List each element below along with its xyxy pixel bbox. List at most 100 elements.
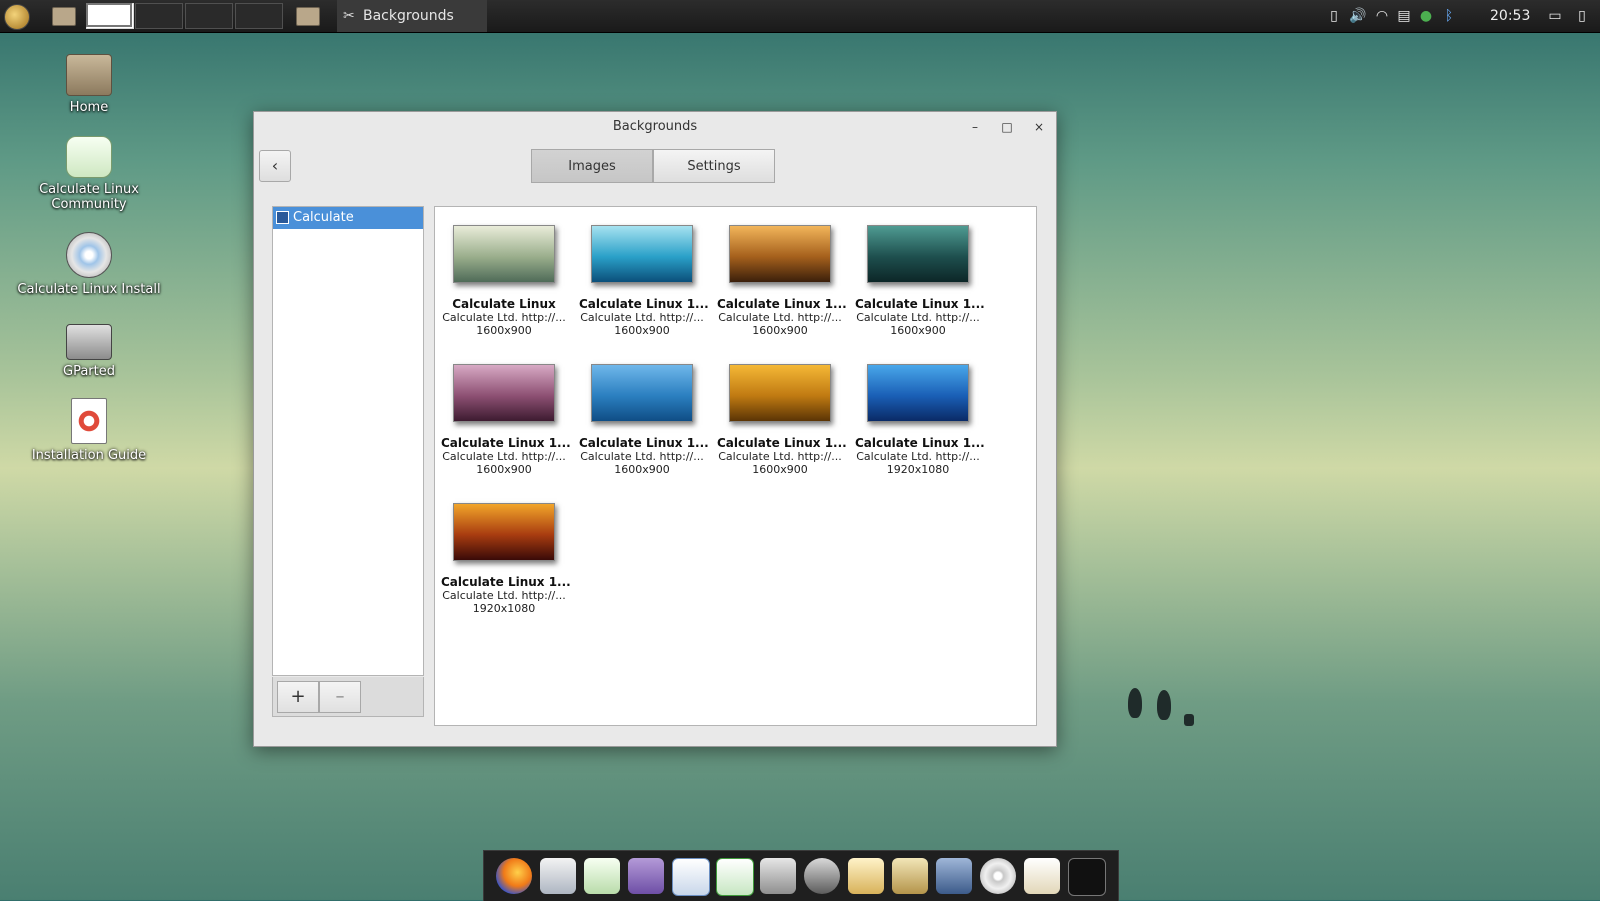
image-name: Calculate Linux 1... xyxy=(441,436,571,450)
backgrounds-window: Backgrounds – □ × ‹ Images Settings Calc… xyxy=(253,111,1057,747)
calc-spreadsheet-icon[interactable] xyxy=(716,858,754,896)
maximize-button[interactable]: □ xyxy=(998,118,1016,136)
tools-icon: ✂ xyxy=(343,8,355,24)
workspace-4[interactable] xyxy=(235,3,283,29)
desktop-icon-label: Installation Guide xyxy=(31,448,147,463)
wallpaper-thumbnail xyxy=(453,503,555,561)
window-title: Backgrounds xyxy=(612,119,698,134)
wallpaper-thumbnail xyxy=(453,225,555,283)
image-item[interactable]: Calculate Linux Calculate Ltd. http://...… xyxy=(441,225,567,337)
image-item[interactable]: Calculate Linux 1... Calculate Ltd. http:… xyxy=(855,364,985,476)
wallpaper-thumbnail xyxy=(591,364,693,422)
image-item[interactable]: Calculate Linux 1... Calculate Ltd. http:… xyxy=(441,364,571,476)
image-folder-icon xyxy=(276,211,289,224)
audio-player-icon[interactable] xyxy=(892,858,928,894)
harddisk-icon xyxy=(66,324,112,360)
image-resolution: 1600x900 xyxy=(476,463,532,476)
disc-burner-icon[interactable] xyxy=(980,858,1016,894)
image-author: Calculate Ltd. http://... xyxy=(442,450,566,463)
wallpaper-penguin xyxy=(1128,688,1142,718)
image-item[interactable]: Calculate Linux 1... Calculate Ltd. http:… xyxy=(579,225,709,337)
wallpaper-thumbnail xyxy=(729,225,831,283)
folder-list: Calculate xyxy=(272,206,424,676)
image-resolution: 1600x900 xyxy=(752,324,808,337)
top-panel: ✂ Backgrounds ▯ 🔊 ◠ ▤ ● ᛒ 20:53 ▭ ▯ xyxy=(0,0,1600,33)
image-resolution: 1600x900 xyxy=(752,463,808,476)
desktop-icon-gparted[interactable]: GParted xyxy=(14,324,164,379)
image-resolution: 1600x900 xyxy=(614,324,670,337)
tab-settings[interactable]: Settings xyxy=(653,149,775,183)
folder-item-calculate[interactable]: Calculate xyxy=(273,207,423,229)
window-titlebar[interactable]: Backgrounds – □ × xyxy=(254,112,1056,142)
firefox-icon[interactable] xyxy=(496,858,532,894)
image-item[interactable]: Calculate Linux 1... Calculate Ltd. http:… xyxy=(441,503,571,615)
close-button[interactable]: × xyxy=(1030,118,1048,136)
image-author: Calculate Ltd. http://... xyxy=(856,311,980,324)
keyboard-layout-icon[interactable] xyxy=(1464,6,1480,26)
pidgin-icon[interactable] xyxy=(628,858,664,894)
image-name: Calculate Linux xyxy=(452,297,556,311)
image-resolution: 1600x900 xyxy=(890,324,946,337)
wallpaper-thumbnail xyxy=(591,225,693,283)
image-name: Calculate Linux 1... xyxy=(855,436,985,450)
application-menu-icon[interactable] xyxy=(4,4,30,30)
clock[interactable]: 20:53 xyxy=(1490,0,1530,32)
install-disc-icon xyxy=(66,232,112,278)
chat-icon[interactable] xyxy=(584,858,620,894)
monitor-icon[interactable]: ▭ xyxy=(1544,6,1566,26)
folder-icon[interactable] xyxy=(296,7,320,26)
image-viewer-icon[interactable] xyxy=(848,858,884,894)
remove-folder-button[interactable]: – xyxy=(319,681,361,713)
image-item[interactable]: Calculate Linux 1... Calculate Ltd. http:… xyxy=(579,364,709,476)
chat-bubble-icon xyxy=(66,136,112,178)
image-resolution: 1920x1080 xyxy=(472,602,536,615)
calculator-icon[interactable] xyxy=(760,858,796,894)
image-grid: Calculate Linux Calculate Ltd. http://...… xyxy=(434,206,1037,726)
image-name: Calculate Linux 1... xyxy=(855,297,985,311)
wallpaper-thumbnail xyxy=(453,364,555,422)
workspace-3[interactable] xyxy=(185,3,233,29)
image-item[interactable]: Calculate Linux 1... Calculate Ltd. http:… xyxy=(717,364,847,476)
workspace-1[interactable] xyxy=(86,3,134,29)
trash-icon[interactable]: ▯ xyxy=(1326,6,1342,26)
terminal-icon[interactable] xyxy=(1068,858,1106,896)
wallpaper-penguin xyxy=(1157,690,1171,720)
add-folder-button[interactable]: + xyxy=(277,681,319,713)
desktop-icon-installation-guide[interactable]: Installation Guide xyxy=(14,398,164,463)
mail-client-icon[interactable] xyxy=(540,858,576,894)
image-author: Calculate Ltd. http://... xyxy=(442,311,566,324)
workspace-2[interactable] xyxy=(135,3,183,29)
media-player-icon[interactable] xyxy=(936,858,972,894)
back-button[interactable]: ‹ xyxy=(259,150,291,182)
bluetooth-icon[interactable]: ᛒ xyxy=(1442,6,1456,26)
image-author: Calculate Ltd. http://... xyxy=(718,311,842,324)
wallpaper-thumbnail xyxy=(867,225,969,283)
writer-icon[interactable] xyxy=(672,858,710,896)
image-item[interactable]: Calculate Linux 1... Calculate Ltd. http:… xyxy=(855,225,985,337)
tab-images[interactable]: Images xyxy=(531,149,653,183)
dock xyxy=(483,850,1119,901)
desktop-icon-home[interactable]: Home xyxy=(14,54,164,115)
taskbar-item-label: Backgrounds xyxy=(363,8,454,24)
desktop-icon-community[interactable]: Calculate Linux Community xyxy=(14,136,164,212)
image-name: Calculate Linux 1... xyxy=(441,575,571,589)
image-name: Calculate Linux 1... xyxy=(579,297,709,311)
update-status-icon[interactable]: ● xyxy=(1418,6,1434,26)
desktop-icon-install[interactable]: Calculate Linux Install xyxy=(14,232,164,297)
chevron-left-icon: ‹ xyxy=(271,156,279,175)
gimp-icon[interactable] xyxy=(804,858,840,894)
image-item[interactable]: Calculate Linux 1... Calculate Ltd. http:… xyxy=(717,225,847,337)
clipboard-icon[interactable]: ▤ xyxy=(1396,6,1412,26)
wallpaper-thumbnail xyxy=(867,364,969,422)
image-author: Calculate Ltd. http://... xyxy=(856,450,980,463)
desktop-icon-label: Calculate Linux Install xyxy=(17,282,161,297)
volume-icon[interactable]: 🔊 xyxy=(1349,6,1367,26)
minimize-button[interactable]: – xyxy=(966,118,984,136)
desktop-icon-label: Calculate Linux Community xyxy=(39,182,139,212)
folder-icon[interactable] xyxy=(52,7,76,26)
power-icon[interactable]: ▯ xyxy=(1574,6,1590,26)
wifi-icon[interactable]: ◠ xyxy=(1373,6,1391,26)
text-editor-icon[interactable] xyxy=(1024,858,1060,894)
taskbar-item-backgrounds[interactable]: ✂ Backgrounds xyxy=(337,0,487,32)
wallpaper-thumbnail xyxy=(729,364,831,422)
